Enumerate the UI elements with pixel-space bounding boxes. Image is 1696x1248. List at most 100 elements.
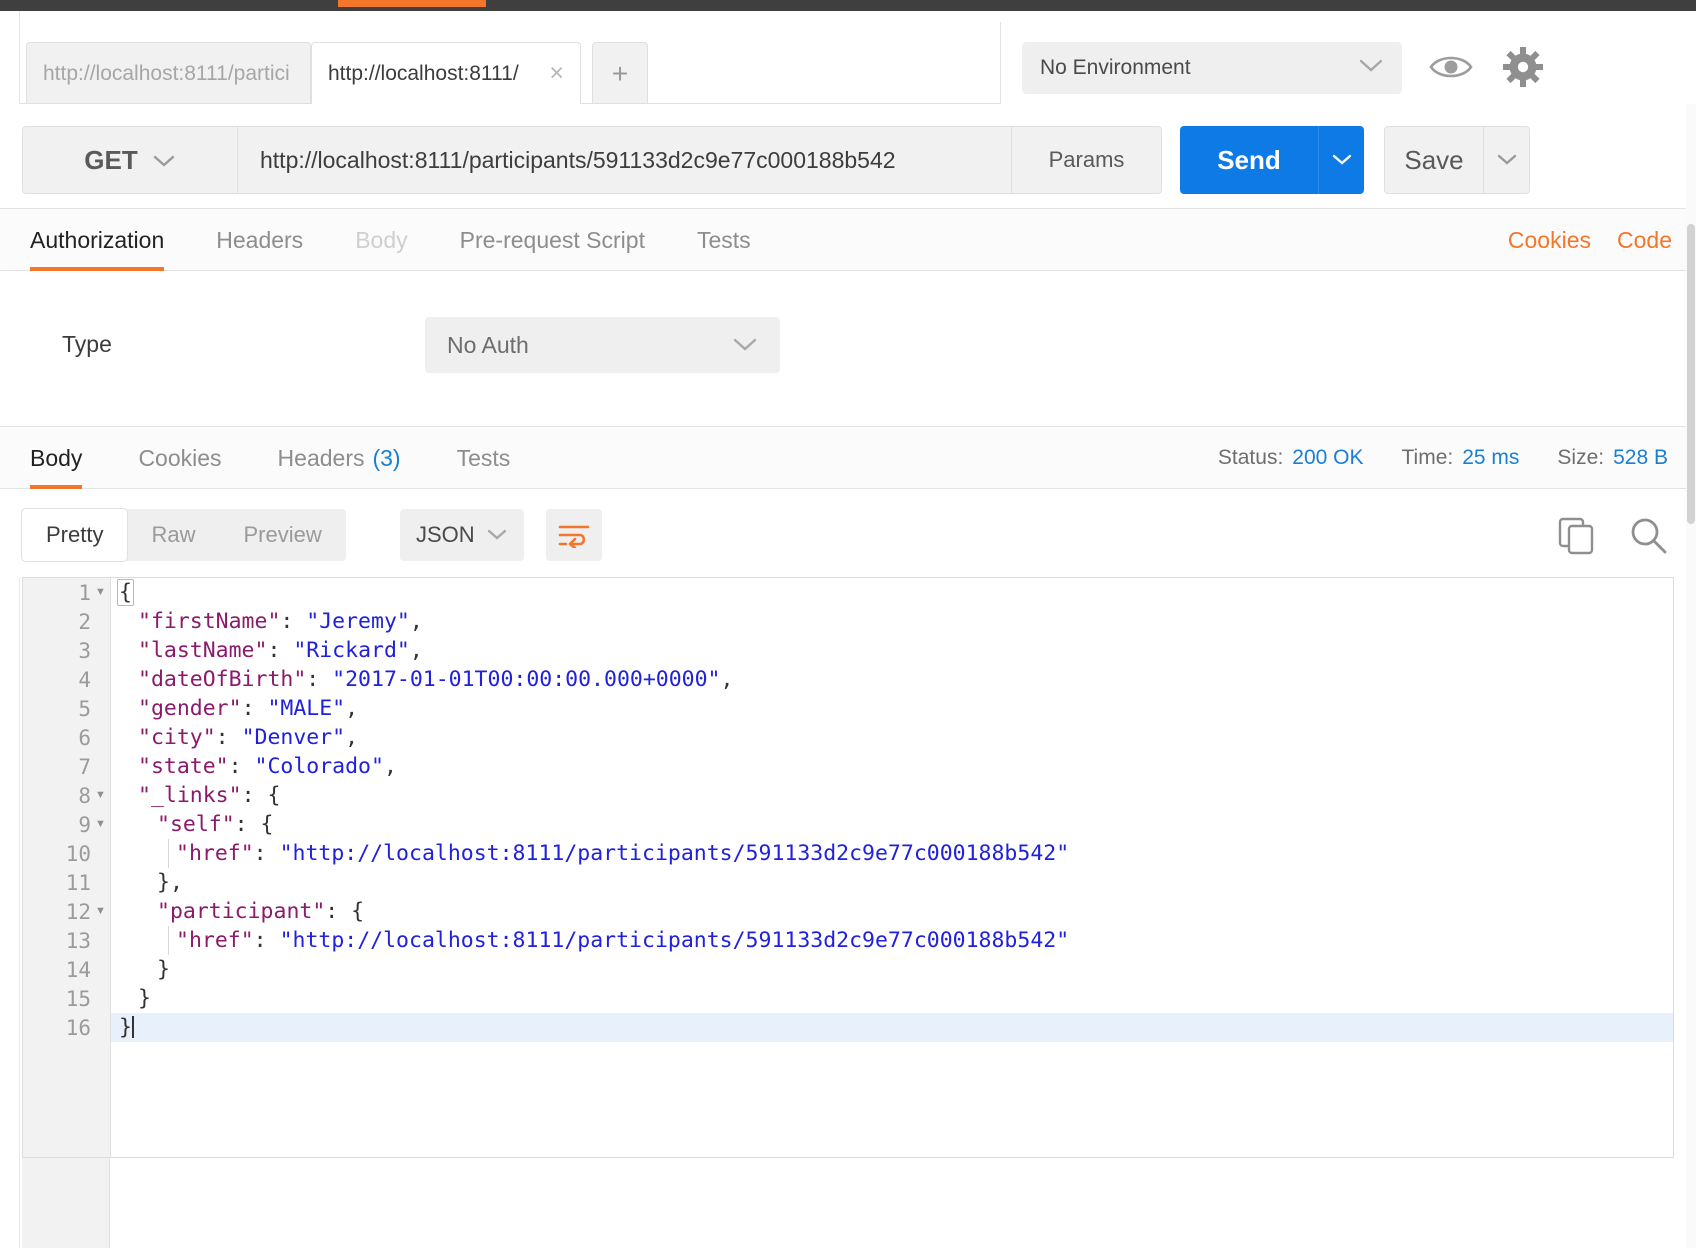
line-number-gutter (23, 578, 111, 1157)
response-tab-headers-label: Headers (277, 444, 365, 471)
response-body-viewer-footer (22, 1158, 1674, 1248)
code-line: 4 "dateOfBirth": "2017-01-01T00:00:00.000… (78, 665, 1673, 694)
word-wrap-toggle[interactable] (546, 509, 602, 561)
response-format-selector[interactable]: JSON (400, 509, 524, 561)
code-line-text: "gender": "MALE", (138, 696, 359, 721)
request-tab-1[interactable]: http://localhost:8111/partici (26, 42, 311, 104)
page-scrollbar-thumb[interactable] (1687, 224, 1695, 524)
response-tab-cookies-label: Cookies (138, 444, 222, 471)
line-number: 5 (78, 696, 91, 721)
response-tab-body[interactable]: Body (30, 427, 110, 489)
auth-type-selector[interactable]: No Auth (425, 317, 780, 373)
gear-icon (1503, 47, 1543, 87)
tab-authorization[interactable]: Authorization (30, 209, 190, 271)
environment-selector-label: No Environment (1040, 56, 1191, 79)
response-view-mode-group: Pretty Raw Preview (22, 509, 346, 561)
size-value: 528 B (1613, 446, 1668, 469)
tab-body[interactable]: Body (329, 209, 433, 271)
chevron-down-icon (732, 332, 758, 359)
response-body-viewer[interactable]: 1 ▼{2 "firstName": "Jeremy", 3 "lastName": "… (22, 577, 1674, 1158)
code-line-text: "firstName": "Jeremy", (138, 609, 423, 634)
code-line-text: } (157, 957, 170, 982)
new-tab-button[interactable]: + (592, 42, 648, 104)
code-line-text: "self": { (157, 812, 274, 837)
fold-toggle-icon[interactable]: ▼ (95, 578, 107, 607)
params-button[interactable]: Params (1012, 126, 1162, 194)
active-window-accent (338, 0, 486, 7)
chevron-down-icon (486, 522, 508, 548)
page-scrollbar-track[interactable] (1686, 104, 1696, 1248)
chevron-down-icon (152, 145, 176, 176)
view-mode-raw[interactable]: Raw (127, 509, 219, 561)
tab-headers[interactable]: Headers (190, 209, 329, 271)
line-number: 4 (78, 667, 91, 692)
environment-selector[interactable]: No Environment (1022, 42, 1402, 94)
chevron-down-icon (1332, 154, 1351, 165)
line-number: 11 (65, 870, 91, 895)
code-line: 14} (66, 955, 1673, 984)
line-number: 1 (78, 580, 91, 605)
search-response-button[interactable] (1626, 513, 1670, 557)
text-cursor (131, 1016, 134, 1038)
code-line-text: "lastName": "Rickard", (138, 638, 423, 663)
code-line-text: "participant": { (157, 899, 365, 924)
line-number: 6 (78, 725, 91, 750)
code-line-text: "state": "Colorado", (138, 754, 397, 779)
settings-button[interactable] (1494, 38, 1552, 96)
response-tab-headers[interactable]: Headers (3) (250, 427, 429, 489)
code-line-text: "city": "Denver", (138, 725, 359, 750)
code-line: 10 "href": "http://localhost:8111/partici… (66, 839, 1673, 868)
time-badge: Time: 25 ms (1402, 446, 1520, 470)
request-tab-2[interactable]: http://localhost:8111/ × (311, 42, 581, 104)
response-meta: Status: 200 OK Time: 25 ms Size: 528 B (1218, 427, 1668, 489)
eye-icon (1429, 56, 1473, 78)
response-tab-cookies[interactable]: Cookies (110, 427, 249, 489)
environment-quick-look-button[interactable] (1422, 38, 1480, 96)
request-tab-2-label: http://localhost:8111/ (328, 61, 519, 85)
response-tab-tests[interactable]: Tests (429, 427, 539, 489)
cookies-link[interactable]: Cookies (1508, 227, 1591, 254)
line-number: 7 (78, 754, 91, 779)
close-icon[interactable]: × (549, 61, 564, 86)
fold-toggle-icon[interactable]: ▼ (95, 897, 107, 926)
send-options-button[interactable] (1318, 126, 1364, 194)
status-badge: Status: 200 OK (1218, 446, 1364, 470)
code-line: 8 ▼ "_links": { (78, 781, 1673, 810)
send-button[interactable]: Send (1180, 126, 1318, 194)
fold-toggle-icon[interactable]: ▼ (95, 810, 107, 839)
save-options-button[interactable] (1484, 126, 1530, 194)
status-label: Status: (1217, 446, 1284, 469)
line-number: 2 (78, 609, 91, 634)
line-number: 9 (78, 812, 91, 837)
auth-type-value: No Auth (447, 331, 529, 358)
code-content[interactable]: 1 ▼{2 "firstName": "Jeremy", 3 "lastName": "… (66, 578, 1673, 1157)
code-line-text: "href": "http://localhost:8111/participa… (176, 928, 1070, 953)
url-input[interactable]: http://localhost:8111/participants/59113… (238, 126, 1012, 194)
time-label: Time: (1401, 446, 1454, 469)
line-number: 15 (65, 986, 91, 1011)
tab-pre-request-script[interactable]: Pre-request Script (434, 209, 671, 271)
view-mode-preview[interactable]: Preview (219, 509, 345, 561)
tab-tests[interactable]: Tests (671, 209, 777, 271)
code-line: 12 ▼ "participant": { (66, 897, 1673, 926)
code-line-text: }, (157, 870, 183, 895)
response-tab-tests-label: Tests (456, 444, 511, 471)
line-number: 3 (78, 638, 91, 663)
request-section-tabs: Authorization Headers Body Pre-request S… (0, 209, 1696, 271)
view-mode-pretty[interactable]: Pretty (22, 509, 128, 561)
chevron-down-icon (1358, 56, 1384, 80)
code-line: 6 "city": "Denver", (78, 723, 1673, 752)
response-body-toolbar: Pretty Raw Preview JSON (0, 489, 1696, 577)
code-line: 5 "gender": "MALE", (78, 694, 1673, 723)
fold-toggle-icon[interactable]: ▼ (95, 781, 107, 810)
code-line: 2 "firstName": "Jeremy", (78, 607, 1673, 636)
http-method-selector[interactable]: GET (22, 126, 238, 194)
code-link[interactable]: Code (1617, 227, 1672, 254)
code-line: 1 ▼ { (78, 578, 1673, 607)
save-button[interactable]: Save (1384, 126, 1484, 194)
http-method-label: GET (84, 144, 138, 175)
size-label: Size: (1557, 446, 1605, 469)
copy-response-button[interactable] (1554, 513, 1598, 557)
indent-guide (168, 839, 169, 868)
line-number: 10 (65, 841, 91, 866)
